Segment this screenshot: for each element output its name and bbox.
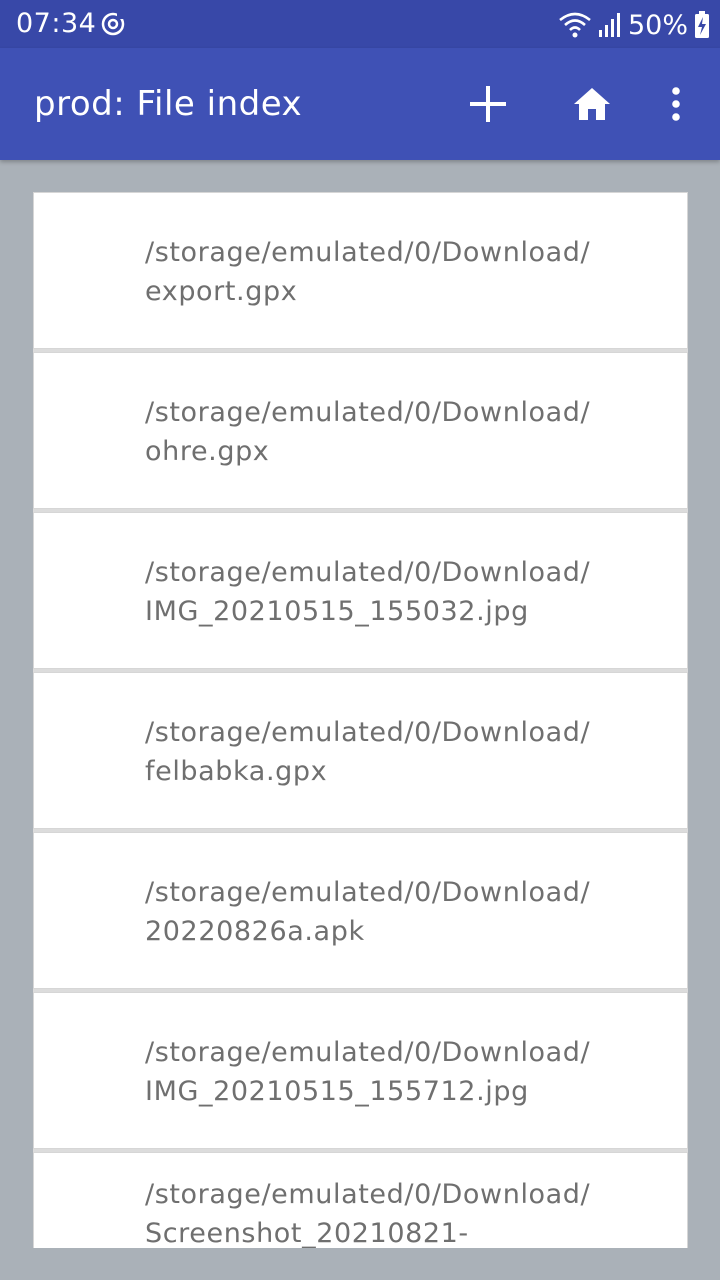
add-icon — [470, 86, 506, 122]
status-bar: 07:34 50% — [0, 0, 720, 48]
file-path: /storage/emulated/0/Download/IMG_2021051… — [145, 553, 665, 631]
file-name: ohre.gpx — [145, 436, 270, 467]
file-name: IMG_20210515_155712.jpg — [145, 1076, 529, 1107]
file-path-dir: /storage/emulated/0/Download/ — [145, 717, 591, 748]
file-path-dir: /storage/emulated/0/Download/ — [145, 877, 591, 908]
add-button[interactable] — [460, 76, 516, 132]
file-name: felbabka.gpx — [145, 756, 328, 787]
status-time: 07:34 — [16, 8, 97, 39]
wifi-icon — [559, 12, 591, 38]
file-path: /storage/emulated/0/Download/felbabka.gp… — [145, 713, 665, 791]
file-list[interactable]: /storage/emulated/0/Download/export.gpx … — [33, 192, 688, 1248]
signal-icon — [598, 13, 620, 37]
file-name: 20220826a.apk — [145, 916, 365, 947]
page-title: prod: File index — [34, 84, 303, 124]
file-name: Screenshot_20210821- — [145, 1218, 469, 1248]
file-name: export.gpx — [145, 276, 298, 307]
file-path-dir: /storage/emulated/0/Download/ — [145, 1037, 591, 1068]
list-item[interactable]: /storage/emulated/0/Download/felbabka.gp… — [33, 672, 688, 829]
file-path-dir: /storage/emulated/0/Download/ — [145, 1179, 591, 1210]
file-path: /storage/emulated/0/Download/20220826a.a… — [145, 873, 665, 951]
battery-percentage: 50% — [627, 9, 688, 41]
list-item[interactable]: /storage/emulated/0/Download/IMG_2021051… — [33, 512, 688, 669]
file-path-dir: /storage/emulated/0/Download/ — [145, 397, 591, 428]
battery-charging-icon — [695, 11, 709, 38]
file-path: /storage/emulated/0/Download/Screenshot_… — [145, 1175, 665, 1248]
file-name: IMG_20210515_155032.jpg — [145, 596, 529, 627]
file-path: /storage/emulated/0/Download/export.gpx — [145, 233, 665, 311]
list-item[interactable]: /storage/emulated/0/Download/Screenshot_… — [33, 1152, 688, 1248]
status-icons: 50% — [558, 8, 710, 42]
sync-icon — [101, 12, 125, 36]
list-item[interactable]: /storage/emulated/0/Download/20220826a.a… — [33, 832, 688, 989]
list-item[interactable]: /storage/emulated/0/Download/ohre.gpx — [33, 352, 688, 509]
file-path-dir: /storage/emulated/0/Download/ — [145, 557, 591, 588]
home-button[interactable] — [564, 76, 620, 132]
file-path: /storage/emulated/0/Download/IMG_2021051… — [145, 1033, 665, 1111]
file-path: /storage/emulated/0/Download/ohre.gpx — [145, 393, 665, 471]
home-icon — [574, 88, 610, 120]
more-options-button[interactable] — [648, 76, 704, 132]
more-vert-icon — [672, 87, 680, 121]
file-path-dir: /storage/emulated/0/Download/ — [145, 237, 591, 268]
list-item[interactable]: /storage/emulated/0/Download/IMG_2021051… — [33, 992, 688, 1149]
list-item[interactable]: /storage/emulated/0/Download/export.gpx — [33, 192, 688, 349]
app-bar: prod: File index — [0, 48, 720, 160]
